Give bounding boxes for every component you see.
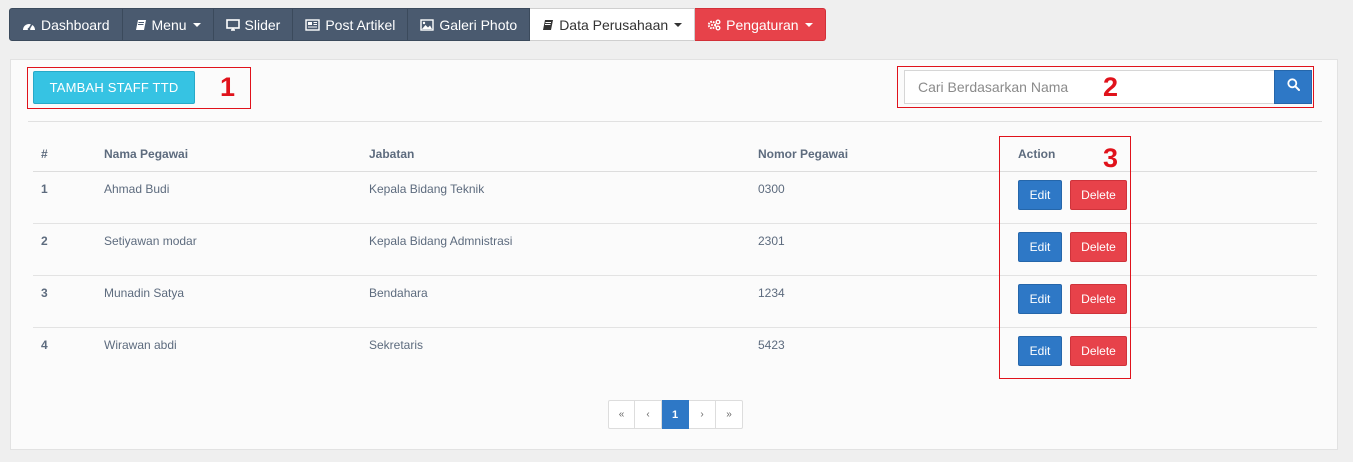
edit-button[interactable]: Edit <box>1018 336 1062 366</box>
row-actions: Edit Delete <box>1010 224 1317 275</box>
delete-button[interactable]: Delete <box>1070 336 1127 366</box>
annotation-label-3: 3 <box>1103 143 1119 173</box>
row-name: Ahmad Budi <box>104 182 170 196</box>
header-action: Action <box>1018 146 1056 161</box>
book-icon <box>542 19 554 31</box>
row-name: Munadin Satya <box>104 286 185 300</box>
edit-button[interactable]: Edit <box>1018 180 1062 210</box>
book-icon <box>135 19 147 31</box>
edit-button[interactable]: Edit <box>1018 232 1062 262</box>
delete-button[interactable]: Delete <box>1070 232 1127 262</box>
row-name: Wirawan abdi <box>104 338 177 352</box>
delete-button[interactable]: Delete <box>1070 284 1127 314</box>
chevron-down-icon <box>674 22 683 27</box>
staff-table: # Nama Pegawai Jabatan Nomor Pegawai Act… <box>33 136 1317 380</box>
nav-menu-label: Menu <box>151 16 187 33</box>
table-row: 3 Munadin Satya Bendahara 1234 Edit Dele… <box>33 276 1317 328</box>
row-jabatan: Kepala Bidang Teknik <box>369 182 485 196</box>
staff-panel: TAMBAH STAFF TTD # Nama Pegawai Jabatan … <box>10 59 1338 450</box>
nav-dashboard-label: Dashboard <box>41 16 110 33</box>
row-actions: Edit Delete <box>1010 328 1317 380</box>
nav-slider[interactable]: Slider <box>213 8 294 41</box>
annotation-label-2: 2 <box>1103 72 1119 102</box>
annotation-label-1: 1 <box>220 72 236 102</box>
header-num: # <box>41 146 48 161</box>
row-num: 1 <box>41 182 48 196</box>
page-last-button[interactable]: » <box>716 400 743 429</box>
row-name: Setiyawan modar <box>104 234 197 248</box>
table-row: 1 Ahmad Budi Kepala Bidang Teknik 0300 E… <box>33 172 1317 224</box>
page-current-button[interactable]: 1 <box>662 400 689 429</box>
dashboard-icon <box>22 19 36 31</box>
page-next-button[interactable]: › <box>689 400 716 429</box>
page-first-button[interactable]: « <box>608 400 635 429</box>
nav-data-perusahaan-label: Data Perusahaan <box>559 16 669 33</box>
page-prev-button[interactable]: ‹ <box>635 400 662 429</box>
row-nomor: 5423 <box>758 338 785 352</box>
header-name: Nama Pegawai <box>104 146 189 161</box>
row-actions: Edit Delete <box>1010 276 1317 327</box>
row-jabatan: Sekretaris <box>369 338 424 352</box>
nav-data-perusahaan[interactable]: Data Perusahaan <box>530 8 696 41</box>
search-button[interactable] <box>1274 70 1312 104</box>
nav-pengaturan[interactable]: Pengaturan <box>695 8 826 41</box>
header-jabatan: Jabatan <box>369 146 415 161</box>
row-num: 4 <box>41 338 48 352</box>
pagination: « ‹ 1 › » <box>608 400 743 429</box>
table-row: 2 Setiyawan modar Kepala Bidang Admnistr… <box>33 224 1317 276</box>
row-nomor: 0300 <box>758 182 785 196</box>
edit-button[interactable]: Edit <box>1018 284 1062 314</box>
monitor-icon <box>225 18 240 31</box>
nav-galeri-photo-label: Galeri Photo <box>439 16 518 33</box>
row-num: 2 <box>41 234 48 248</box>
row-jabatan: Bendahara <box>369 286 428 300</box>
row-nomor: 2301 <box>758 234 785 248</box>
nav-post-artikel[interactable]: Post Artikel <box>293 8 409 41</box>
header-nomor: Nomor Pegawai <box>758 146 849 161</box>
chevron-down-icon <box>192 22 201 27</box>
row-jabatan: Kepala Bidang Admnistrasi <box>369 234 513 248</box>
image-icon <box>420 18 435 31</box>
row-num: 3 <box>41 286 48 300</box>
nav-slider-label: Slider <box>244 16 281 33</box>
divider <box>28 121 1322 122</box>
delete-button[interactable]: Delete <box>1070 180 1127 210</box>
gears-icon <box>707 19 721 31</box>
nav-dashboard[interactable]: Dashboard <box>9 8 123 41</box>
add-staff-button[interactable]: TAMBAH STAFF TTD <box>33 71 195 104</box>
table-header: # Nama Pegawai Jabatan Nomor Pegawai Act… <box>33 136 1317 172</box>
newspaper-icon <box>305 18 321 31</box>
search-icon <box>1286 78 1300 96</box>
nav-pengaturan-label: Pengaturan <box>726 16 799 33</box>
row-actions: Edit Delete <box>1010 172 1317 223</box>
top-nav: Dashboard Menu Slider Post Artikel Galer… <box>9 8 826 41</box>
table-row: 4 Wirawan abdi Sekretaris 5423 Edit Dele… <box>33 328 1317 380</box>
nav-post-artikel-label: Post Artikel <box>325 16 396 33</box>
row-nomor: 1234 <box>758 286 785 300</box>
nav-galeri-photo[interactable]: Galeri Photo <box>408 8 531 41</box>
nav-menu[interactable]: Menu <box>122 8 214 41</box>
chevron-down-icon <box>804 22 813 27</box>
search-input[interactable] <box>904 70 1274 104</box>
